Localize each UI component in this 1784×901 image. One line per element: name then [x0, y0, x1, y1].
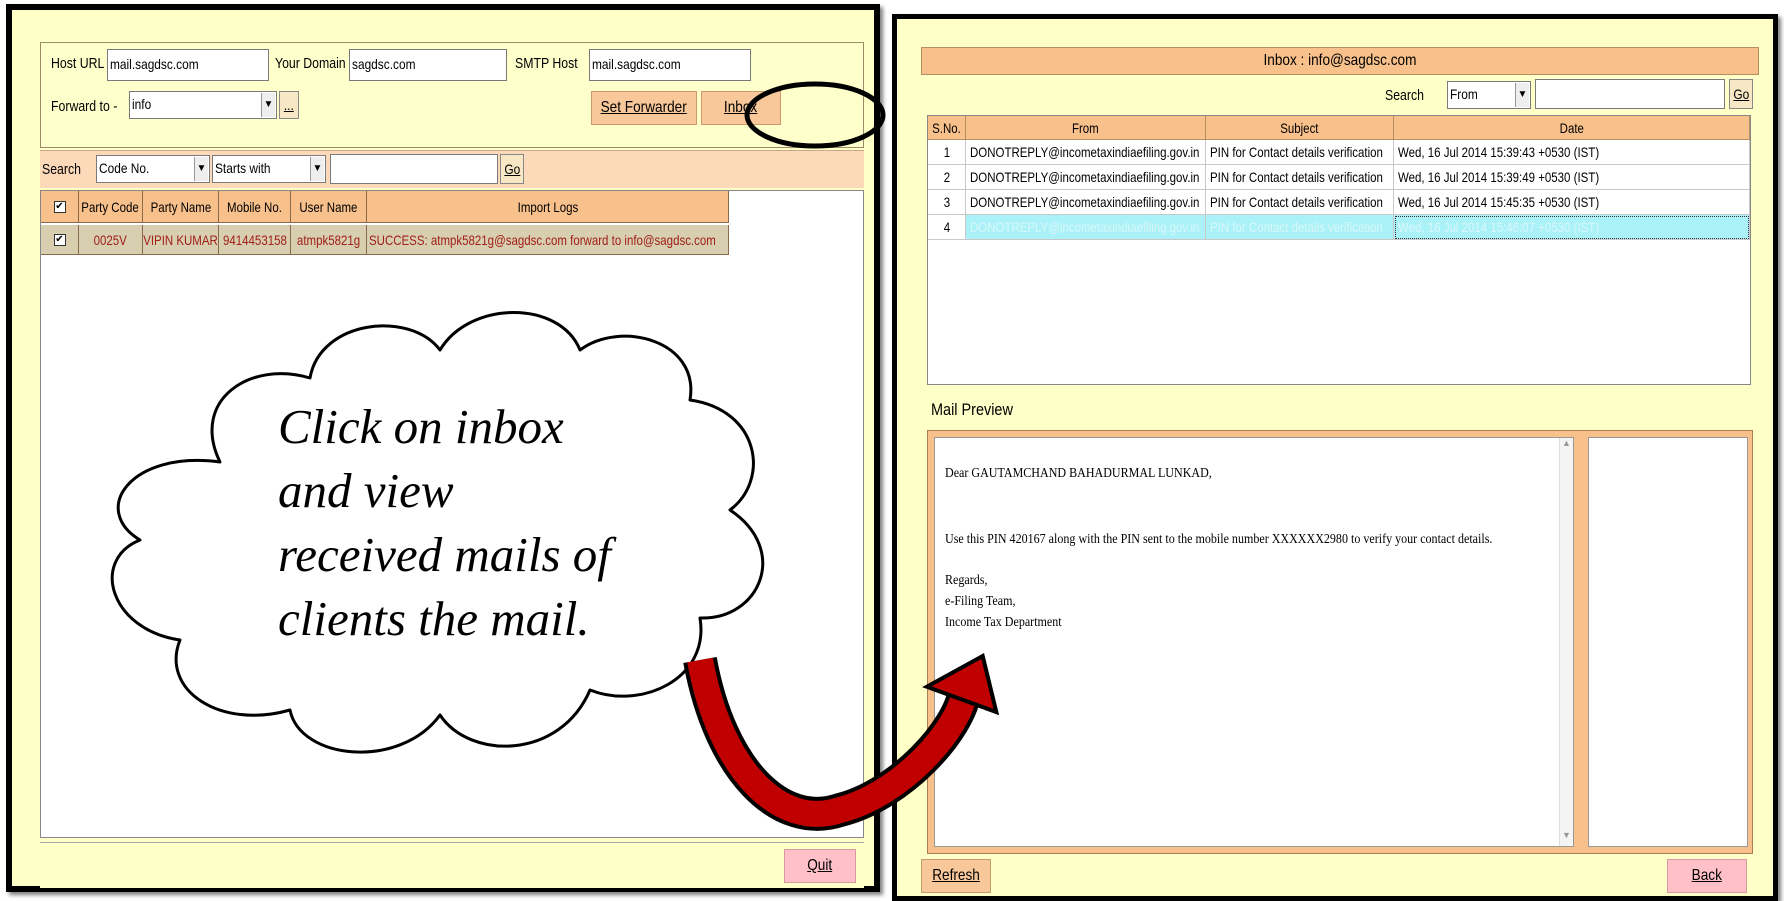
mail-body: Use this PIN 420167 along with the PIN s…	[945, 532, 1493, 547]
annotation-line: received mails of	[278, 527, 611, 582]
mail-row[interactable]: 2 DONOTREPLY@incometaxindiaefiling.gov.i…	[928, 165, 1750, 190]
column-header: Party Code	[79, 191, 143, 223]
select-all-checkbox[interactable]: ✔	[41, 191, 79, 223]
go-button[interactable]: Go	[500, 154, 524, 184]
column-header: S.No.	[928, 116, 966, 140]
mail-sno: 4	[928, 215, 966, 240]
inbox-button[interactable]: Inbox	[701, 91, 781, 125]
mail-subject: PIN for Contact details verification	[1206, 215, 1394, 240]
mail-date: Wed, 16 Jul 2014 15:46:07 +0530 (IST)	[1394, 215, 1750, 240]
mail-sno: 2	[928, 165, 966, 190]
mail-go-button[interactable]: Go	[1729, 79, 1753, 109]
grid-header: ✔ Party Code Party Name Mobile No. User …	[41, 191, 729, 223]
mail-date: Wed, 16 Jul 2014 15:39:43 +0530 (IST)	[1394, 140, 1750, 165]
mail-closing: Regards,	[945, 573, 988, 588]
column-header: From	[966, 116, 1206, 140]
refresh-button[interactable]: Refresh	[921, 859, 991, 893]
chevron-down-icon: ▼	[261, 93, 275, 117]
chevron-down-icon: ▼	[1515, 83, 1529, 107]
mail-row[interactable]: 1 DONOTREPLY@incometaxindiaefiling.gov.i…	[928, 140, 1750, 165]
search-input[interactable]	[330, 154, 498, 184]
party-name-cell: VIPIN KUMAR	[143, 225, 219, 255]
column-header: Mobile No.	[219, 191, 291, 223]
mail-preview-text[interactable]: Dear GAUTAMCHAND BAHADURMAL LUNKAD, Use …	[934, 437, 1574, 847]
column-header: Date	[1394, 116, 1750, 140]
annotation-line: Click on inbox	[278, 399, 564, 454]
mail-search-input[interactable]	[1535, 79, 1725, 109]
settings-panel: Host URL mail.sagdsc.com Your Domain sag…	[40, 42, 864, 148]
mail-closing: Income Tax Department	[945, 615, 1062, 630]
search-label: Search	[1385, 87, 1424, 104]
mail-list-header: S.No. From Subject Date	[928, 116, 1750, 140]
smtp-host-input[interactable]: mail.sagdsc.com	[589, 49, 751, 81]
mobile-no-cell: 9414453158	[219, 225, 291, 255]
forward-to-label: Forward to -	[51, 98, 118, 115]
bottom-bar: Quit	[40, 842, 864, 888]
mail-preview-panel: Dear GAUTAMCHAND BAHADURMAL LUNKAD, Use …	[927, 430, 1753, 854]
mail-from: DONOTREPLY@incometaxindiaefiling.gov.in	[966, 165, 1206, 190]
mail-from: DONOTREPLY@incometaxindiaefiling.gov.in	[966, 190, 1206, 215]
mail-subject: PIN for Contact details verification	[1206, 140, 1394, 165]
annotation-line: and view	[278, 463, 454, 518]
mail-greeting: Dear GAUTAMCHAND BAHADURMAL LUNKAD,	[945, 466, 1212, 481]
chevron-down-icon: ▼	[194, 157, 208, 181]
annotation-line: clients the mail.	[278, 591, 590, 646]
scroll-up-icon[interactable]: ▲	[1560, 438, 1573, 454]
chevron-down-icon: ▼	[310, 157, 324, 181]
search-bar: Search Code No. ▼ Starts with ▼ Go	[40, 150, 864, 188]
back-button[interactable]: Back	[1667, 859, 1747, 893]
forward-to-select[interactable]: info ▼	[129, 91, 277, 119]
browse-button[interactable]: ...	[279, 91, 299, 119]
table-row[interactable]: ✔ 0025V VIPIN KUMAR 9414453158 atmpk5821…	[41, 225, 729, 255]
mail-date: Wed, 16 Jul 2014 15:39:49 +0530 (IST)	[1394, 165, 1750, 190]
import-log-cell: SUCCESS: atmpk5821g@sagdsc.com forward t…	[367, 225, 729, 255]
mail-search-field-select[interactable]: From ▼	[1447, 81, 1531, 109]
set-forwarder-button[interactable]: Set Forwarder	[591, 91, 697, 125]
your-domain-label: Your Domain	[275, 55, 346, 72]
quit-button[interactable]: Quit	[784, 849, 856, 883]
host-url-input[interactable]: mail.sagdsc.com	[107, 49, 269, 81]
mail-subject: PIN for Contact details verification	[1206, 190, 1394, 215]
mail-row[interactable]: 3 DONOTREPLY@incometaxindiaefiling.gov.i…	[928, 190, 1750, 215]
host-url-label: Host URL	[51, 55, 105, 72]
scrollbar[interactable]: ▲ ▼	[1559, 438, 1573, 846]
mail-sno: 3	[928, 190, 966, 215]
inbox-window: Inbox : info@sagdsc.com Search From ▼ Go…	[892, 14, 1778, 901]
mail-closing: e-Filing Team,	[945, 594, 1016, 609]
mail-subject: PIN for Contact details verification	[1206, 165, 1394, 190]
your-domain-input[interactable]: sagdsc.com	[349, 49, 507, 81]
user-name-cell: atmpk5821g	[291, 225, 367, 255]
scroll-down-icon[interactable]: ▼	[1560, 830, 1573, 846]
column-header: Import Logs	[367, 191, 729, 223]
mail-from: DONOTREPLY@incometaxindiaefiling.gov.in	[966, 215, 1206, 240]
smtp-host-label: SMTP Host	[515, 55, 578, 72]
column-header: Party Name	[143, 191, 219, 223]
mail-list: S.No. From Subject Date 1 DONOTREPLY@inc…	[927, 115, 1751, 385]
mail-date: Wed, 16 Jul 2014 15:45:35 +0530 (IST)	[1394, 190, 1750, 215]
search-label: Search	[42, 161, 81, 178]
mail-preview-label: Mail Preview	[931, 400, 1013, 419]
mail-from: DONOTREPLY@incometaxindiaefiling.gov.in	[966, 140, 1206, 165]
party-code-cell: 0025V	[79, 225, 143, 255]
window-title: Inbox : info@sagdsc.com	[921, 47, 1759, 75]
search-mode-select[interactable]: Starts with ▼	[212, 155, 326, 183]
mail-sno: 1	[928, 140, 966, 165]
column-header: Subject	[1206, 116, 1394, 140]
row-checkbox[interactable]: ✔	[41, 225, 79, 255]
mail-row-selected[interactable]: 4 DONOTREPLY@incometaxindiaefiling.gov.i…	[928, 215, 1750, 240]
attachment-panel	[1588, 437, 1748, 847]
annotation-callout-text: Click on inbox and view received mails o…	[278, 395, 678, 651]
column-header: User Name	[291, 191, 367, 223]
search-field-select[interactable]: Code No. ▼	[96, 155, 210, 183]
